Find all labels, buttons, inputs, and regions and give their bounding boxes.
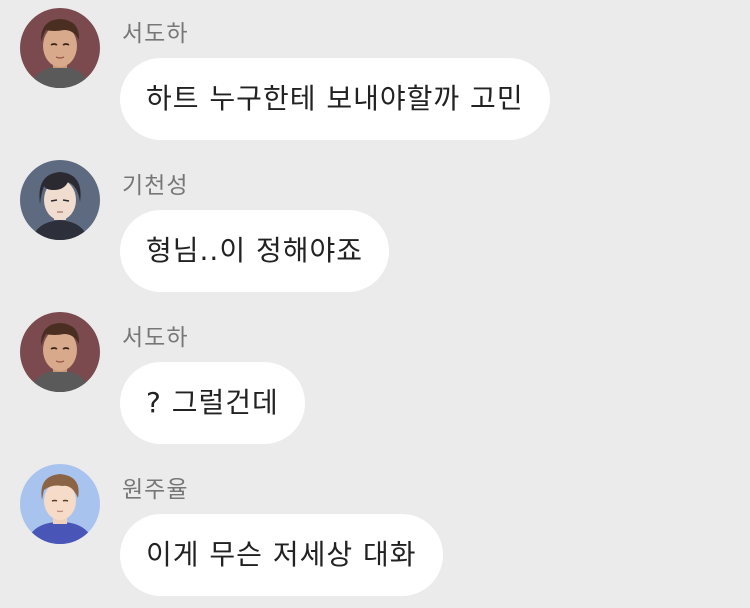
chat-message: 서도하 하트 누구한테 보내야할까 고민 (0, 8, 750, 148)
chat-message: 기천성 형님..이 정해야죠 (0, 160, 750, 300)
sender-name: 서도하 (122, 21, 189, 47)
message-bubble: 형님..이 정해야죠 (120, 210, 390, 292)
message-bubble: 하트 누구한테 보내야할까 고민 (120, 58, 550, 140)
man-light-hair-blue-avatar-icon[interactable] (20, 464, 100, 544)
sender-name: 서도하 (122, 325, 189, 351)
sender-name: 기천성 (122, 173, 189, 199)
man-black-hair-avatar-icon[interactable] (20, 160, 100, 240)
chat-message: 원주율 이게 무슨 저세상 대화 (0, 464, 750, 604)
message-bubble: 이게 무슨 저세상 대화 (120, 514, 443, 596)
man-brown-hair-avatar-icon[interactable] (20, 8, 100, 88)
chat-thread: 서도하 하트 누구한테 보내야할까 고민 기천성 형님..이 정해야죠 서도하 … (0, 0, 750, 608)
message-bubble: ? 그럴건데 (120, 362, 305, 444)
sender-name: 원주율 (122, 477, 189, 503)
man-brown-hair-avatar-icon[interactable] (20, 312, 100, 392)
chat-message: 서도하 ? 그럴건데 (0, 312, 750, 452)
